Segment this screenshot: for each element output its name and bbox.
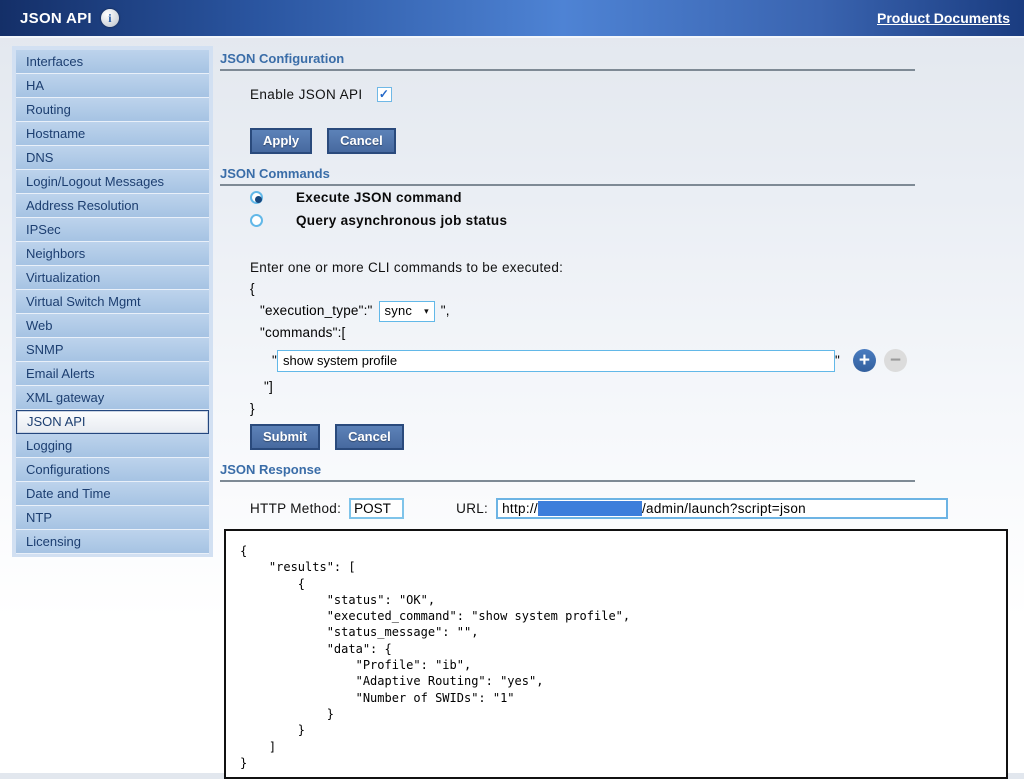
- sidebar-item-neighbors[interactable]: Neighbors: [16, 242, 209, 266]
- section-title-json-configuration: JSON Configuration: [220, 51, 1016, 66]
- sidebar-item-login-logout-messages[interactable]: Login/Logout Messages: [16, 170, 209, 194]
- sidebar-item-email-alerts[interactable]: Email Alerts: [16, 362, 209, 386]
- remove-command-button[interactable]: −: [884, 349, 907, 372]
- cli-commands-prompt: Enter one or more CLI commands to be exe…: [250, 260, 1016, 275]
- url-prefix: http://: [502, 501, 538, 516]
- sidebar-item-interfaces[interactable]: Interfaces: [16, 50, 209, 74]
- submit-button[interactable]: Submit: [250, 424, 320, 450]
- sidebar-item-configurations[interactable]: Configurations: [16, 458, 209, 482]
- page-layout: InterfacesHARoutingHostnameDNSLogin/Logo…: [0, 38, 1024, 779]
- section-rule: [220, 480, 915, 482]
- sidebar-item-ntp[interactable]: NTP: [16, 506, 209, 530]
- sidebar-item-licensing[interactable]: Licensing: [16, 530, 209, 554]
- page-title: JSON API: [20, 10, 92, 27]
- chevron-down-icon: ▾: [424, 300, 429, 322]
- sidebar-item-dns[interactable]: DNS: [16, 146, 209, 170]
- query-async-job-status-radio[interactable]: [250, 214, 263, 227]
- execution-type-select[interactable]: sync ▾: [379, 301, 435, 322]
- apply-button[interactable]: Apply: [250, 128, 312, 154]
- sidebar-item-address-resolution[interactable]: Address Resolution: [16, 194, 209, 218]
- sidebar-item-json-api[interactable]: JSON API: [16, 410, 209, 434]
- query-async-job-status-label: Query asynchronous job status: [296, 213, 507, 228]
- main-content: JSON Configuration Enable JSON API ✓ App…: [220, 46, 1016, 779]
- sidebar-item-snmp[interactable]: SNMP: [16, 338, 209, 362]
- url-input[interactable]: http:// /admin/launch?script=json: [496, 498, 948, 519]
- sidebar-item-ipsec[interactable]: IPSec: [16, 218, 209, 242]
- http-method-input[interactable]: [349, 498, 404, 519]
- sidebar-item-virtualization[interactable]: Virtualization: [16, 266, 209, 290]
- execution-type-value: sync: [385, 300, 413, 322]
- sidebar-item-xml-gateway[interactable]: XML gateway: [16, 386, 209, 410]
- command-input-line: " " + −: [272, 349, 1016, 372]
- section-title-json-commands: JSON Commands: [220, 166, 1016, 181]
- sidebar-item-logging[interactable]: Logging: [16, 434, 209, 458]
- sidebar-item-web[interactable]: Web: [16, 314, 209, 338]
- json-response-text: { "results": [ { "status": "OK", "execut…: [226, 531, 1006, 771]
- execute-json-command-label: Execute JSON command: [296, 190, 462, 205]
- section-title-json-response: JSON Response: [220, 462, 1016, 477]
- execute-json-command-radio[interactable]: [250, 191, 263, 204]
- url-label: URL:: [456, 501, 488, 516]
- config-buttons-row: Apply Cancel: [250, 128, 1016, 154]
- minus-icon: −: [890, 351, 901, 370]
- product-documents-link[interactable]: Product Documents: [877, 10, 1010, 26]
- commands-cancel-button[interactable]: Cancel: [335, 424, 404, 450]
- json-array-close: "]: [264, 376, 1016, 398]
- json-response-output: { "results": [ { "status": "OK", "execut…: [224, 529, 1008, 779]
- execution-type-pre: "execution_type":": [260, 300, 373, 322]
- commands-buttons-row: Submit Cancel: [250, 424, 1016, 450]
- sidebar-item-date-and-time[interactable]: Date and Time: [16, 482, 209, 506]
- enable-json-api-checkbox[interactable]: ✓: [377, 87, 392, 102]
- cli-command-input[interactable]: [277, 350, 835, 372]
- sidebar-item-virtual-switch-mgmt[interactable]: Virtual Switch Mgmt: [16, 290, 209, 314]
- json-open-brace: {: [250, 278, 1016, 300]
- plus-icon: +: [859, 351, 870, 370]
- sidebar-item-ha[interactable]: HA: [16, 74, 209, 98]
- http-method-label: HTTP Method:: [250, 501, 341, 516]
- command-quote-close: ": [835, 350, 840, 372]
- http-method-row: HTTP Method: URL: http:// /admin/launch?…: [250, 498, 1016, 519]
- json-close-brace: }: [250, 398, 1016, 420]
- section-rule: [220, 69, 915, 71]
- enable-json-api-row: Enable JSON API ✓: [250, 87, 1016, 102]
- sidebar-item-routing[interactable]: Routing: [16, 98, 209, 122]
- sidebar-menu: InterfacesHARoutingHostnameDNSLogin/Logo…: [12, 46, 213, 557]
- execution-type-line: "execution_type":" sync ▾ ",: [260, 300, 1016, 322]
- add-command-button[interactable]: +: [853, 349, 876, 372]
- config-cancel-button[interactable]: Cancel: [327, 128, 396, 154]
- url-suffix: /admin/launch?script=json: [642, 501, 806, 516]
- radio-row-query: Query asynchronous job status: [250, 209, 1016, 232]
- execution-type-post: ",: [441, 300, 450, 322]
- info-icon[interactable]: i: [101, 9, 119, 27]
- url-redacted-block: [538, 501, 642, 516]
- top-header-bar: JSON API i Product Documents: [0, 0, 1024, 38]
- commands-open-line: "commands":[: [260, 322, 1016, 344]
- enable-json-api-label: Enable JSON API: [250, 87, 363, 102]
- radio-row-execute: Execute JSON command: [250, 186, 1016, 209]
- sidebar-item-hostname[interactable]: Hostname: [16, 122, 209, 146]
